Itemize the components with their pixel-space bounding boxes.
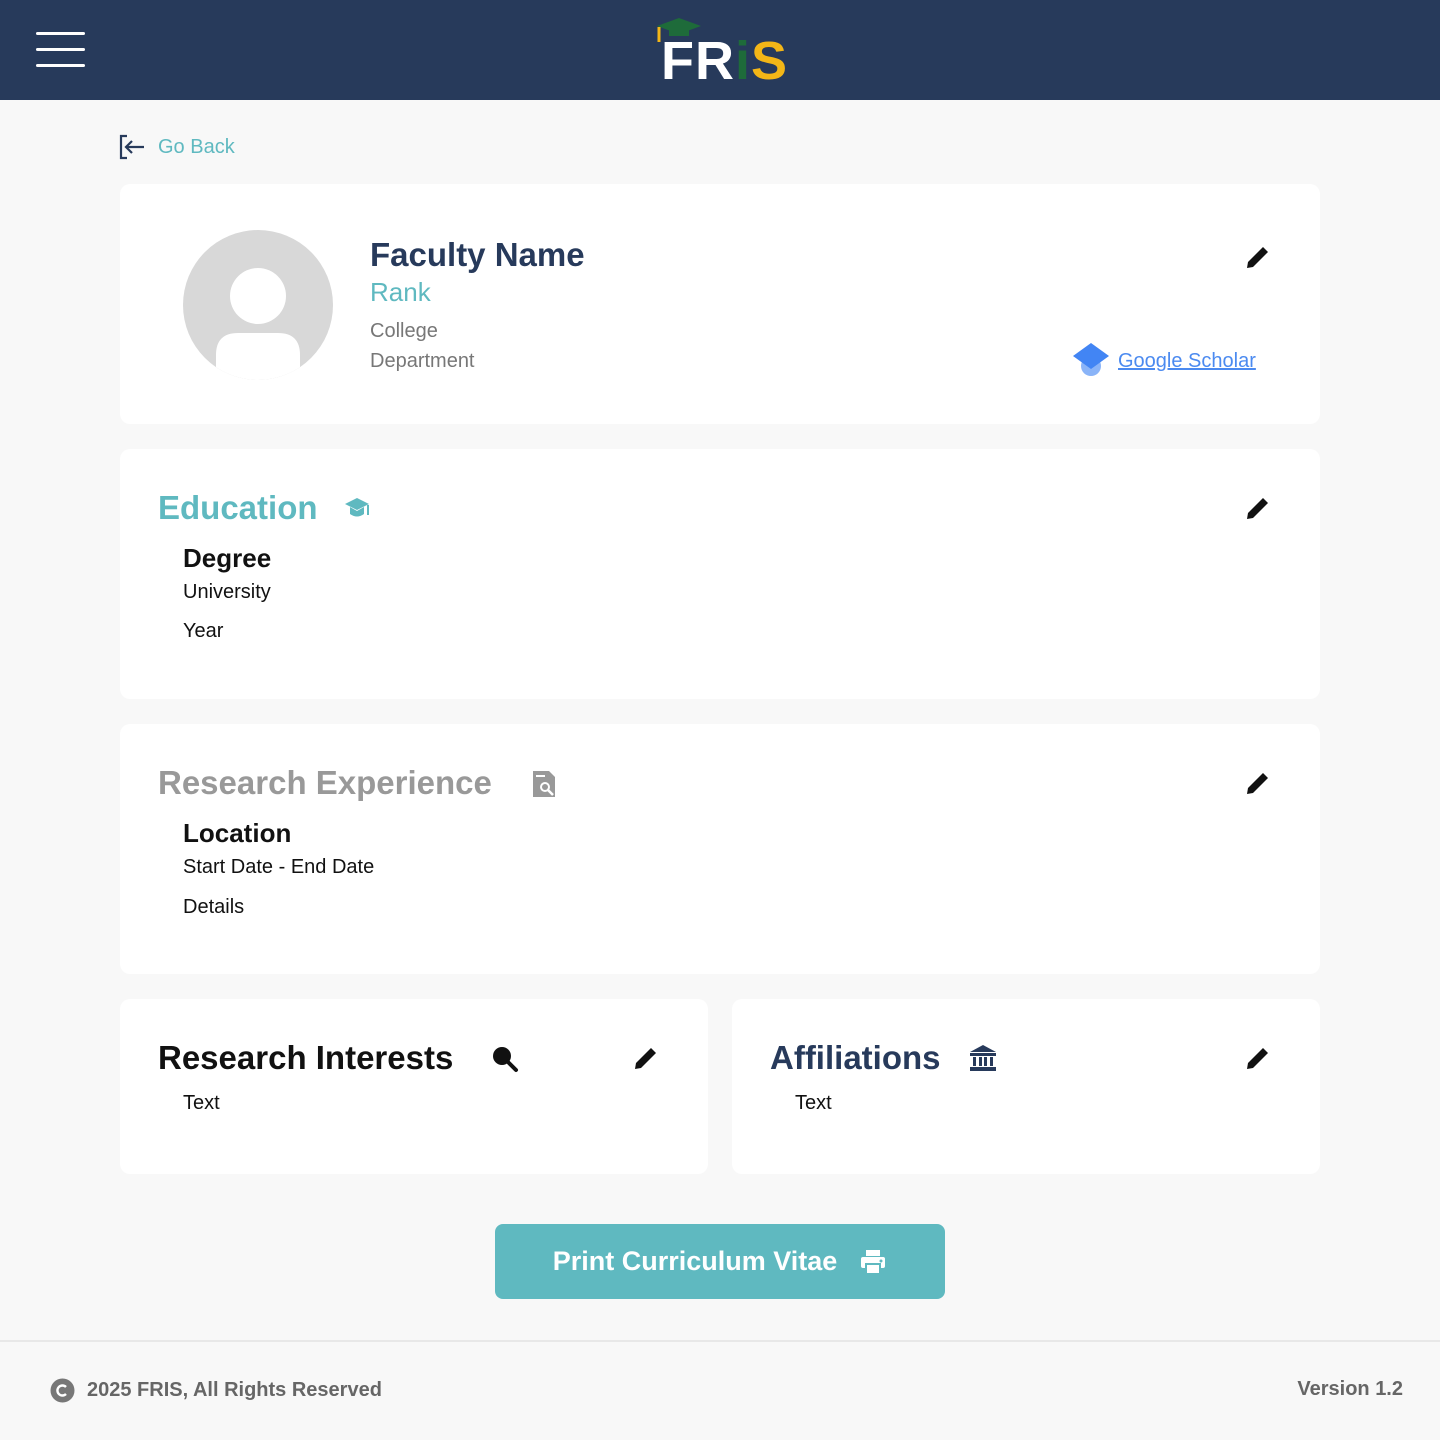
education-title: Education <box>158 489 318 526</box>
google-scholar-label: Google Scholar <box>1118 349 1256 372</box>
graduation-cap-icon <box>345 498 369 517</box>
google-scholar-icon <box>1073 343 1109 376</box>
menu-icon[interactable] <box>36 32 86 68</box>
edit-profile-icon[interactable] <box>1243 242 1273 272</box>
education-university: University <box>183 581 271 603</box>
affiliations-text: Text <box>795 1092 832 1114</box>
print-cv-label: Print Curriculum Vitae <box>552 1246 838 1276</box>
research-interests-title: Research Interests <box>158 1039 454 1076</box>
edit-research-interests-icon[interactable] <box>631 1043 661 1073</box>
footer-divider <box>0 1340 1440 1342</box>
edit-research-experience-icon[interactable] <box>1243 768 1273 798</box>
printer-icon <box>861 1249 886 1275</box>
profile-card: Faculty Name Rank College Department Goo… <box>120 184 1320 424</box>
affiliations-title: Affiliations <box>770 1039 941 1076</box>
fris-logo: FRiS <box>655 14 790 90</box>
faculty-rank: Rank <box>370 277 431 307</box>
faculty-college: College <box>370 320 438 342</box>
footer-copyright: 2025 FRIS, All Rights Reserved <box>50 1378 382 1403</box>
education-degree: Degree <box>183 543 272 573</box>
go-back-link[interactable]: Go Back <box>118 132 235 162</box>
document-search-icon <box>533 771 555 797</box>
back-arrow-icon <box>119 134 144 160</box>
avatar <box>183 230 333 380</box>
copyright-text: 2025 FRIS, All Rights Reserved <box>87 1379 382 1401</box>
menu-line <box>36 32 85 35</box>
research-dates: Start Date - End Date <box>183 856 375 878</box>
institution-icon <box>970 1045 996 1071</box>
faculty-department: Department <box>370 350 475 372</box>
top-bar: FRiS <box>0 0 1440 100</box>
go-back-label: Go Back <box>158 135 235 158</box>
affiliations-card: Affiliations Text <box>732 999 1320 1174</box>
version-label: Version 1.2 <box>1297 1378 1403 1400</box>
print-cv-button[interactable]: Print Curriculum Vitae <box>495 1224 945 1299</box>
search-icon <box>493 1047 518 1072</box>
avatar-icon <box>216 268 300 380</box>
research-experience-card: Research Experience Location Start Date … <box>120 724 1320 974</box>
research-interests-card: Research Interests Text <box>120 999 708 1174</box>
research-interests-text: Text <box>183 1092 220 1114</box>
education-card: Education Degree University Year <box>120 449 1320 699</box>
logo-wordmark: FRiS <box>661 31 789 91</box>
education-year: Year <box>183 620 224 642</box>
edit-education-icon[interactable] <box>1243 493 1273 523</box>
google-scholar-link[interactable]: Google Scholar <box>1072 342 1256 380</box>
menu-line <box>36 64 85 67</box>
research-experience-title: Research Experience <box>158 764 492 801</box>
menu-line <box>36 48 85 51</box>
research-details: Details <box>183 896 245 918</box>
faculty-name: Faculty Name <box>370 236 585 273</box>
research-location: Location <box>183 818 292 848</box>
copyright-icon <box>50 1378 75 1403</box>
edit-affiliations-icon[interactable] <box>1243 1043 1273 1073</box>
